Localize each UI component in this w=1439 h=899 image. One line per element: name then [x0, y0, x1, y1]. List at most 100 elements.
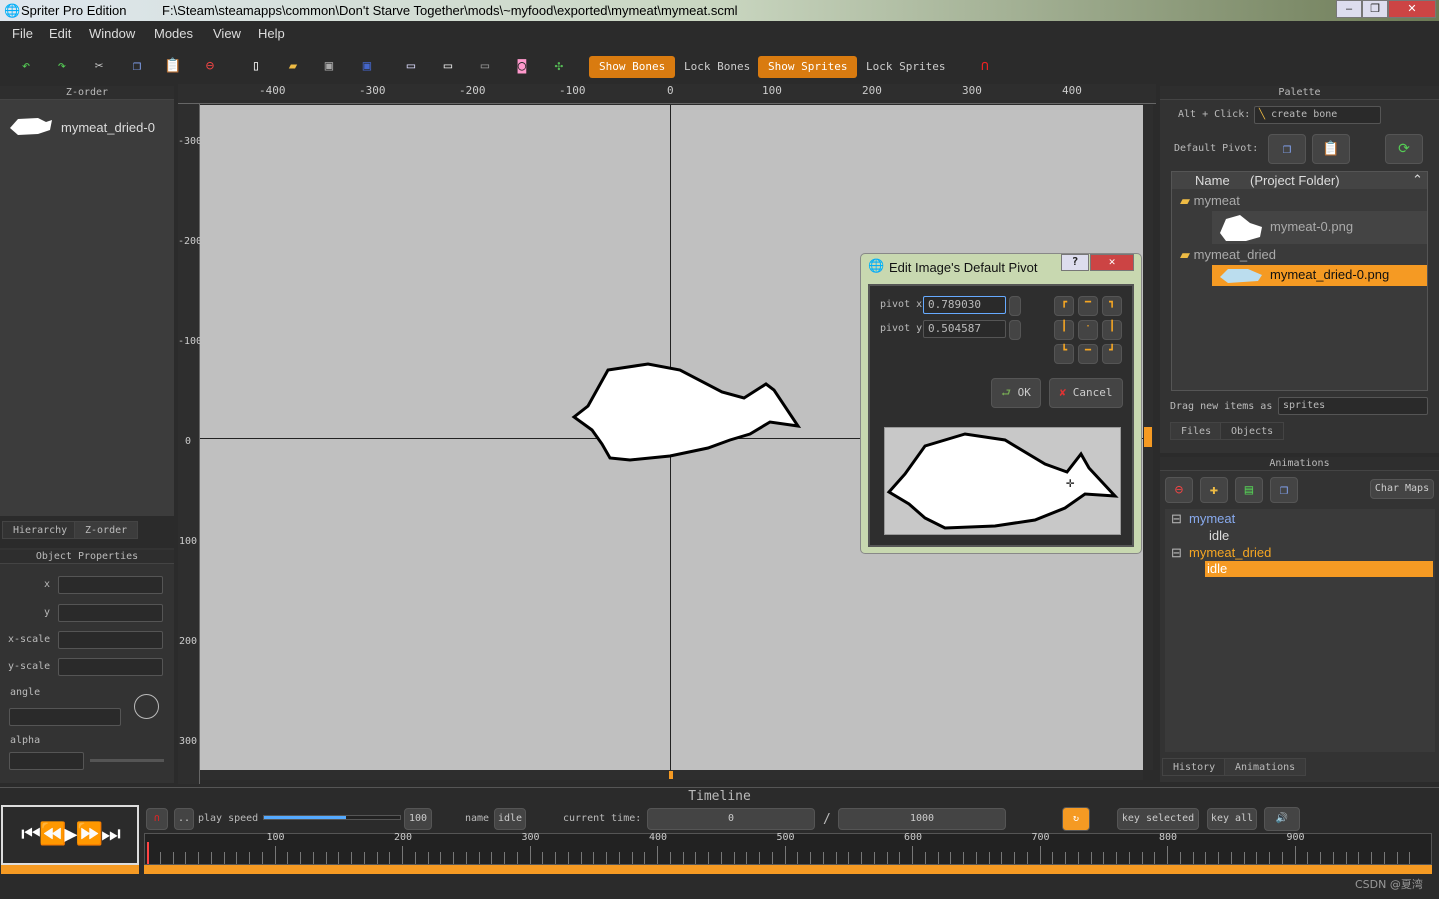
- menu-file[interactable]: File: [12, 26, 33, 41]
- animation-idle[interactable]: idle: [1209, 528, 1229, 543]
- tree-toggle-icon[interactable]: ⊟: [1171, 511, 1182, 527]
- tab-hierarchy[interactable]: Hierarchy: [2, 521, 79, 539]
- horizontal-scrollbar[interactable]: [200, 770, 1143, 780]
- pivot-bottom-right-button[interactable]: ┛: [1102, 344, 1122, 364]
- ok-button[interactable]: ⮐ OK: [991, 378, 1041, 408]
- x-input[interactable]: [58, 576, 163, 594]
- sprite-mymeat-dried[interactable]: [570, 360, 802, 465]
- zorder-item[interactable]: mymeat_dried-0: [61, 120, 155, 135]
- angle-dial[interactable]: [134, 694, 159, 719]
- maximize-button[interactable]: ❐: [1362, 0, 1388, 18]
- close-button[interactable]: ✕: [1388, 0, 1436, 18]
- x-scale-input[interactable]: [58, 631, 163, 649]
- minimize-button[interactable]: –: [1336, 0, 1362, 18]
- step-forward-icon[interactable]: ⏩: [76, 822, 103, 847]
- show-sprites-button[interactable]: Show Sprites: [758, 56, 858, 78]
- entity-mymeat-dried[interactable]: mymeat_dried: [1189, 545, 1271, 560]
- tab-history[interactable]: History: [1162, 758, 1227, 776]
- play-icon[interactable]: ▶: [64, 822, 77, 847]
- tree-toggle-icon[interactable]: ⊟: [1171, 545, 1182, 561]
- cancel-button[interactable]: ✘ Cancel: [1049, 378, 1123, 408]
- refresh-button[interactable]: ⟳: [1385, 134, 1423, 164]
- play-speed-slider[interactable]: [263, 815, 401, 820]
- pivot-preview[interactable]: ✛: [884, 427, 1121, 535]
- vertical-scrollbar[interactable]: [1143, 105, 1153, 770]
- tree-folder-mymeat[interactable]: ▰ mymeat: [1180, 193, 1420, 211]
- lock-bones-button[interactable]: Lock Bones: [674, 56, 760, 78]
- show-bones-button[interactable]: Show Bones: [589, 56, 676, 78]
- pivot-x-spinner[interactable]: [1009, 296, 1021, 316]
- new-file-icon[interactable]: ▯: [246, 56, 266, 76]
- pivot-y-input[interactable]: 0.504587: [923, 320, 1006, 338]
- menu-modes[interactable]: Modes: [154, 26, 193, 41]
- pivot-left-button[interactable]: ┃: [1054, 320, 1074, 340]
- tree-file-mymeat-dried-0[interactable]: mymeat_dried-0.png: [1212, 265, 1427, 286]
- col-name[interactable]: Name: [1195, 173, 1230, 188]
- window-gray-icon[interactable]: ▭: [475, 56, 495, 76]
- window-light-icon[interactable]: ▭: [401, 56, 421, 76]
- cut-icon[interactable]: ✂: [89, 56, 109, 76]
- key-all-button[interactable]: key all: [1207, 808, 1257, 830]
- dialog-close-button[interactable]: ✕: [1090, 254, 1134, 271]
- pivot-x-input[interactable]: 0.789030: [923, 296, 1006, 314]
- delete-icon[interactable]: ⊖: [200, 56, 220, 76]
- animation-idle-selected[interactable]: idle: [1205, 561, 1433, 577]
- play-speed-value[interactable]: 100: [404, 808, 432, 830]
- last-frame-icon[interactable]: ⏭: [101, 822, 121, 847]
- alt-click-action[interactable]: ╲ create bone: [1254, 106, 1381, 124]
- entity-mymeat[interactable]: mymeat: [1189, 511, 1235, 526]
- copy-icon[interactable]: ❐: [127, 56, 147, 76]
- playback-range-bar[interactable]: [1, 865, 139, 874]
- menu-window[interactable]: Window: [89, 26, 135, 41]
- alpha-slider[interactable]: [90, 759, 164, 762]
- tab-zorder[interactable]: Z-order: [74, 521, 139, 539]
- add-animation-button[interactable]: ▤: [1235, 477, 1263, 503]
- window-dark-icon[interactable]: ▭: [438, 56, 458, 76]
- angle-input[interactable]: [9, 708, 121, 726]
- current-time-input[interactable]: 0: [647, 808, 815, 830]
- redo-icon[interactable]: ↷: [52, 56, 72, 76]
- save-icon[interactable]: ▣: [319, 56, 339, 76]
- tab-objects[interactable]: Objects: [1220, 422, 1285, 440]
- delete-animation-button[interactable]: ⊖: [1165, 477, 1193, 503]
- pivot-bottom-left-button[interactable]: ┗: [1054, 344, 1074, 364]
- timeline-scroll-bar[interactable]: [144, 865, 1432, 874]
- pivot-right-button[interactable]: ┃: [1102, 320, 1122, 340]
- pivot-y-spinner[interactable]: [1009, 320, 1021, 340]
- y-input[interactable]: [58, 604, 163, 622]
- menu-help[interactable]: Help: [258, 26, 285, 41]
- open-folder-icon[interactable]: ▰: [283, 56, 303, 76]
- pivot-top-right-button[interactable]: ┓: [1102, 296, 1122, 316]
- pivot-top-left-button[interactable]: ┏: [1054, 296, 1074, 316]
- lock-sprites-button[interactable]: Lock Sprites: [856, 56, 955, 78]
- loop-toggle-icon[interactable]: ↻: [1062, 807, 1090, 831]
- pivot-top-button[interactable]: ━: [1078, 296, 1098, 316]
- animation-length-input[interactable]: 1000: [838, 808, 1006, 830]
- menu-edit[interactable]: Edit: [49, 26, 71, 41]
- char-maps-button[interactable]: Char Maps: [1370, 479, 1434, 499]
- step-back-icon[interactable]: ⏪: [39, 822, 66, 847]
- first-frame-icon[interactable]: ⏮: [21, 822, 41, 847]
- options-button[interactable]: ..: [174, 808, 194, 830]
- paste-icon[interactable]: 📋: [163, 56, 183, 76]
- playhead[interactable]: [147, 842, 149, 864]
- color-icon[interactable]: ◙: [512, 56, 532, 76]
- tab-animations[interactable]: Animations: [1224, 758, 1307, 776]
- magnet-icon[interactable]: ∩: [975, 56, 995, 76]
- fit-view-icon[interactable]: ✣: [549, 56, 569, 76]
- menu-view[interactable]: View: [213, 26, 241, 41]
- paste-pivot-button[interactable]: 📋: [1312, 134, 1350, 164]
- pivot-center-button[interactable]: ·: [1078, 320, 1098, 340]
- magnet-toggle-icon[interactable]: ∩: [146, 808, 168, 830]
- alpha-input[interactable]: [9, 752, 84, 770]
- y-scale-input[interactable]: [58, 658, 163, 676]
- key-selected-button[interactable]: key selected: [1117, 808, 1199, 830]
- add-entity-button[interactable]: ✚: [1200, 477, 1228, 503]
- sound-icon[interactable]: 🔊: [1264, 807, 1300, 831]
- tree-folder-mymeat-dried[interactable]: ▰ mymeat_dried: [1180, 247, 1420, 265]
- copy-pivot-button[interactable]: ❐: [1268, 134, 1306, 164]
- save-as-icon[interactable]: ▣: [357, 56, 377, 76]
- dialog-help-button[interactable]: ?: [1061, 254, 1089, 271]
- tree-file-mymeat-0[interactable]: mymeat-0.png: [1212, 211, 1427, 244]
- drag-select[interactable]: sprites: [1278, 397, 1428, 415]
